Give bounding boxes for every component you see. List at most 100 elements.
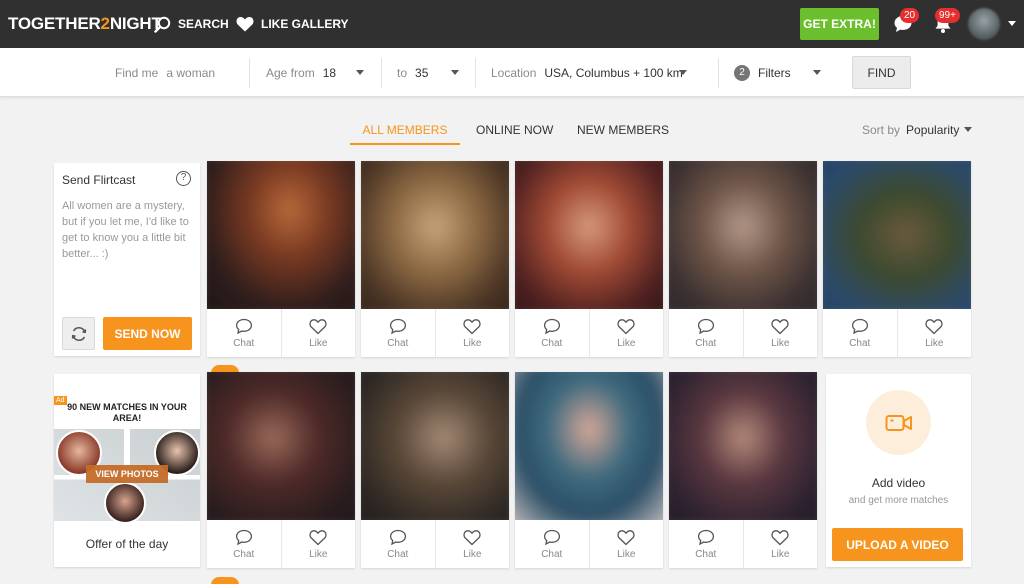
nav-like-gallery[interactable]: LIKE GALLERY [236, 0, 349, 48]
chat-button[interactable]: Chat [669, 520, 743, 568]
nav-search[interactable]: SEARCH [154, 0, 229, 48]
member-photo[interactable] [669, 161, 817, 309]
like-button[interactable]: Like [742, 309, 818, 357]
chevron-down-icon[interactable] [1008, 21, 1016, 26]
heart-outline-icon [617, 318, 635, 334]
video-camera-icon [866, 390, 931, 455]
age-from-select[interactable]: Age from 18 [266, 48, 336, 97]
chat-button[interactable]: Chat [515, 309, 589, 357]
heart-outline-icon [925, 318, 943, 334]
heart-outline-icon [771, 529, 789, 545]
heart-icon [236, 16, 254, 32]
location-select[interactable]: Location USA, Columbus + 100 km [491, 48, 683, 97]
sort-by-select[interactable]: Sort by Popularity [862, 123, 959, 137]
age-to-label: to [397, 65, 408, 80]
chevron-down-icon [964, 127, 972, 132]
refresh-button[interactable] [62, 317, 95, 350]
upload-video-card: Add video and get more matches UPLOAD A … [826, 374, 971, 567]
sort-by-label: Sort by [862, 123, 901, 137]
chat-button[interactable]: Chat [669, 309, 743, 357]
member-photo[interactable] [823, 161, 971, 309]
tab-all-members[interactable]: ALL MEMBERS [350, 116, 460, 145]
notifications-badge: 99+ [935, 8, 960, 23]
chat-icon [235, 529, 252, 545]
like-button[interactable]: Like [896, 309, 972, 357]
chat-button[interactable]: Chat [207, 309, 281, 357]
like-button[interactable]: Like [588, 520, 664, 568]
member-actions: Chat Like [669, 309, 817, 357]
heart-outline-icon [309, 318, 327, 334]
logo-text-1: TOGETHER [8, 14, 101, 33]
chat-button[interactable]: Chat [361, 309, 435, 357]
heart-outline-icon [771, 318, 789, 334]
member-card[interactable]: Chat Like [515, 372, 663, 568]
logo[interactable]: TOGETHER2NIGHT [8, 14, 162, 34]
chat-button[interactable]: Chat [823, 309, 897, 357]
member-photo[interactable] [515, 161, 663, 309]
chat-label: Chat [695, 548, 717, 560]
member-actions: Chat Like [207, 520, 355, 568]
view-photos-button[interactable]: VIEW PHOTOS [86, 465, 168, 483]
like-button[interactable]: Like [588, 309, 664, 357]
chat-label: Chat [849, 337, 871, 349]
nav-search-label: SEARCH [178, 17, 229, 31]
member-photo[interactable] [361, 161, 509, 309]
help-icon[interactable]: ? [176, 171, 191, 186]
member-card[interactable]: Chat Like [361, 161, 509, 357]
like-label: Like [771, 337, 790, 349]
offer-of-the-day: Offer of the day [85, 537, 169, 551]
location-value: USA, Columbus + 100 km [544, 65, 683, 80]
new-tag [211, 577, 239, 584]
member-card[interactable]: Chat Like [207, 372, 355, 568]
like-button[interactable]: Like [742, 520, 818, 568]
member-photo[interactable] [669, 372, 817, 520]
like-label: Like [463, 548, 482, 560]
flirtcast-message: All women are a mystery, but if you let … [62, 200, 189, 260]
get-extra-button[interactable]: GET EXTRA! [800, 8, 879, 40]
chat-icon [543, 529, 560, 545]
member-card[interactable]: Chat Like [515, 161, 663, 357]
filters-label: Filters [758, 65, 791, 80]
chat-label: Chat [387, 548, 409, 560]
age-to-value: 35 [415, 65, 429, 80]
member-photo[interactable] [207, 372, 355, 520]
find-me-select[interactable]: Find me a woman [115, 48, 215, 97]
messages-badge: 20 [900, 8, 920, 23]
age-to-select[interactable]: to 35 [397, 48, 428, 97]
member-card[interactable]: Chat Like [207, 161, 355, 357]
like-button[interactable]: Like [434, 520, 510, 568]
heart-outline-icon [463, 318, 481, 334]
like-label: Like [309, 337, 328, 349]
like-button[interactable]: Like [280, 520, 356, 568]
send-now-button[interactable]: SEND NOW [103, 317, 192, 350]
tab-new-members[interactable]: NEW MEMBERS [577, 116, 669, 145]
like-button[interactable]: Like [434, 309, 510, 357]
like-label: Like [617, 548, 636, 560]
divider [475, 58, 476, 88]
like-button[interactable]: Like [280, 309, 356, 357]
member-card[interactable]: Chat Like [823, 161, 971, 357]
member-card[interactable]: Chat Like [669, 161, 817, 357]
member-card[interactable]: Chat Like [669, 372, 817, 568]
find-button[interactable]: FIND [852, 56, 911, 89]
tab-online-now[interactable]: ONLINE NOW [476, 116, 553, 145]
upload-video-button[interactable]: UPLOAD A VIDEO [832, 528, 963, 561]
chat-button[interactable]: Chat [515, 520, 589, 568]
member-photo[interactable] [361, 372, 509, 520]
user-avatar[interactable] [968, 8, 1000, 40]
divider [381, 58, 382, 88]
chat-icon [697, 318, 714, 334]
member-photo[interactable] [515, 372, 663, 520]
member-actions: Chat Like [669, 520, 817, 568]
member-photo[interactable] [207, 161, 355, 309]
filters-select[interactable]: 2 Filters [734, 48, 791, 97]
member-card[interactable]: Chat Like [361, 372, 509, 568]
chat-button[interactable]: Chat [207, 520, 281, 568]
age-from-value: 18 [322, 65, 337, 80]
find-me-value: a woman [166, 65, 216, 80]
chat-button[interactable]: Chat [361, 520, 435, 568]
like-label: Like [617, 337, 636, 349]
filters-count-badge: 2 [734, 64, 750, 81]
refresh-icon [71, 326, 86, 341]
ad-card[interactable]: Ad 90 NEW MATCHES IN YOUR AREA! VIEW PHO… [54, 374, 200, 567]
